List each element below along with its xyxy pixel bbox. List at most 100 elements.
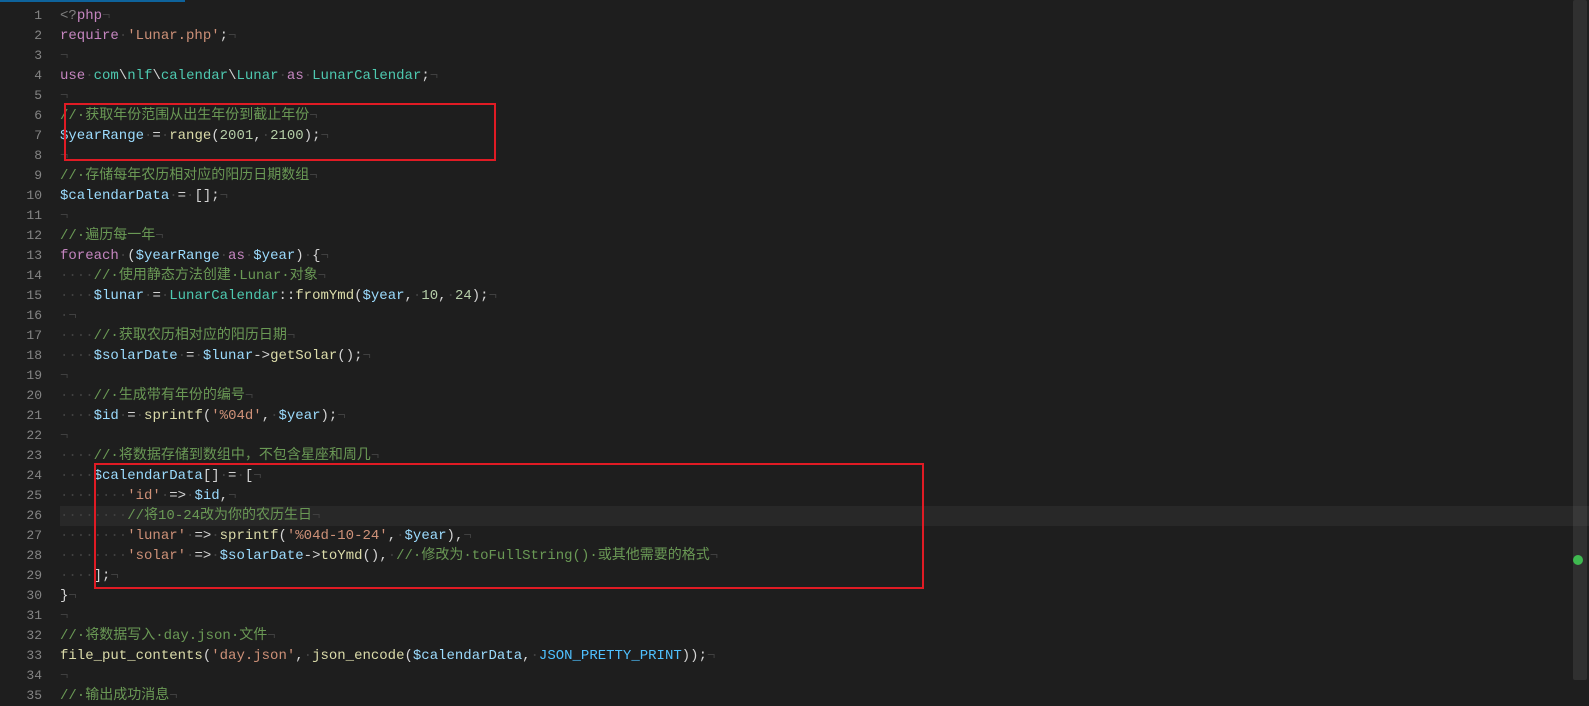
- code-line[interactable]: ····//·生成带有年份的编号¬: [60, 386, 1589, 406]
- code-line[interactable]: use·com\nlf\calendar\Lunar·as·LunarCalen…: [60, 66, 1589, 86]
- code-line[interactable]: file_put_contents('day.json',·json_encod…: [60, 646, 1589, 666]
- code-token: ¬: [371, 448, 379, 464]
- code-token: =: [152, 128, 160, 144]
- code-token: ·: [447, 288, 455, 304]
- code-token: ·: [531, 648, 539, 664]
- code-line[interactable]: //·获取年份范围从出生年份到截止年份¬: [60, 106, 1589, 126]
- code-token: ¬: [253, 468, 261, 484]
- code-token: $year: [253, 248, 295, 264]
- code-token: $year: [405, 528, 447, 544]
- code-line[interactable]: $calendarData·=·[];¬: [60, 186, 1589, 206]
- code-token: ,: [388, 528, 396, 544]
- code-token: foreach: [60, 248, 119, 264]
- code-token: ¬: [245, 388, 253, 404]
- code-line[interactable]: ····$calendarData[]·=·[¬: [60, 466, 1589, 486]
- code-line[interactable]: //·将数据写入·day.json·文件¬: [60, 626, 1589, 646]
- code-token: =>: [194, 548, 211, 564]
- code-token: ····: [60, 468, 94, 484]
- code-token: //·将数据写入·day.json·文件: [60, 628, 267, 644]
- code-token: calendar: [161, 68, 228, 84]
- code-line[interactable]: require·'Lunar.php';¬: [60, 26, 1589, 46]
- code-token: ········: [60, 508, 127, 524]
- code-line[interactable]: $yearRange·=·range(2001,·2100);¬: [60, 126, 1589, 146]
- scroll-thumb[interactable]: [1573, 0, 1587, 680]
- code-line[interactable]: ········'id'·=>·$id,¬: [60, 486, 1589, 506]
- line-number: 12: [0, 226, 42, 246]
- code-token: ,: [522, 648, 530, 664]
- code-token: $calendarData: [60, 188, 169, 204]
- code-token: ¬: [102, 8, 110, 24]
- code-token: ¬: [169, 688, 177, 704]
- code-token: ¬: [68, 308, 76, 324]
- code-line[interactable]: ¬: [60, 86, 1589, 106]
- code-line[interactable]: ¬: [60, 366, 1589, 386]
- code-token: ¬: [312, 508, 320, 524]
- code-line[interactable]: ¬: [60, 46, 1589, 66]
- code-line[interactable]: ····$lunar·=·LunarCalendar::fromYmd($yea…: [60, 286, 1589, 306]
- code-token: ·: [304, 648, 312, 664]
- code-token: ¬: [337, 408, 345, 424]
- code-token: ¬: [463, 528, 471, 544]
- code-token: ·: [270, 408, 278, 424]
- code-token: ¬: [321, 128, 329, 144]
- code-token: ): [304, 128, 312, 144]
- code-token: 'day.json': [211, 648, 295, 664]
- code-line[interactable]: ·¬: [60, 306, 1589, 326]
- code-line[interactable]: ¬: [60, 606, 1589, 626]
- code-editor[interactable]: 1234567891011121314151617181920212223242…: [0, 2, 1589, 706]
- code-token: toYmd: [320, 548, 362, 564]
- code-line[interactable]: ····//·将数据存储到数组中，不包含星座和周几¬: [60, 446, 1589, 466]
- line-number: 7: [0, 126, 42, 146]
- code-line[interactable]: ····//·使用静态方法创建·Lunar·对象¬: [60, 266, 1589, 286]
- line-number: 27: [0, 526, 42, 546]
- code-token: 'id': [127, 488, 161, 504]
- code-area[interactable]: <?php¬require·'Lunar.php';¬¬use·com\nlf\…: [60, 2, 1589, 706]
- code-token: ¬: [68, 588, 76, 604]
- code-token: ·: [262, 128, 270, 144]
- code-token: ¬: [228, 488, 236, 504]
- code-token: ,: [438, 288, 446, 304]
- code-token: $yearRange: [136, 248, 220, 264]
- code-line[interactable]: ¬: [60, 426, 1589, 446]
- code-line[interactable]: ········//将10-24改为你的农历生日¬: [60, 506, 1589, 526]
- code-line[interactable]: ····$solarDate·=·$lunar->getSolar();¬: [60, 346, 1589, 366]
- code-token: $year: [363, 288, 405, 304]
- code-token: =: [178, 188, 186, 204]
- code-line[interactable]: ········'lunar'·=>·sprintf('%04d-10-24',…: [60, 526, 1589, 546]
- code-line[interactable]: <?php¬: [60, 6, 1589, 26]
- line-number: 35: [0, 686, 42, 706]
- code-token: as: [287, 68, 304, 84]
- vertical-scrollbar[interactable]: [1573, 0, 1587, 704]
- code-token: =>: [194, 528, 211, 544]
- code-line[interactable]: ····];¬: [60, 566, 1589, 586]
- code-token: ¬: [60, 428, 68, 444]
- code-token: //·修改为·toFullString()·或其他需要的格式: [396, 548, 710, 564]
- code-token: [: [245, 468, 253, 484]
- code-line[interactable]: ····//·获取农历相对应的阳历日期¬: [60, 326, 1589, 346]
- code-token: ········: [60, 528, 127, 544]
- code-line[interactable]: }¬: [60, 586, 1589, 606]
- code-line[interactable]: ········'solar'·=>·$solarDate->toYmd(),·…: [60, 546, 1589, 566]
- code-line[interactable]: ¬: [60, 666, 1589, 686]
- code-token: ;: [699, 648, 707, 664]
- code-token: ;: [211, 188, 219, 204]
- code-token: ·: [136, 408, 144, 424]
- code-line[interactable]: //·存储每年农历相对应的阳历日期数组¬: [60, 166, 1589, 186]
- code-token: ¬: [60, 668, 68, 684]
- code-token: ¬: [60, 88, 68, 104]
- code-token: ¬: [309, 168, 317, 184]
- code-line[interactable]: ¬: [60, 206, 1589, 226]
- code-line[interactable]: //·输出成功消息¬: [60, 686, 1589, 706]
- code-token: ::: [278, 288, 295, 304]
- code-token: ;: [312, 128, 320, 144]
- code-line[interactable]: //·遍历每一年¬: [60, 226, 1589, 246]
- code-line[interactable]: ····$id·=·sprintf('%04d',·$year);¬: [60, 406, 1589, 426]
- code-token: ····: [60, 328, 94, 344]
- code-line[interactable]: ¬: [60, 146, 1589, 166]
- code-token: LunarCalendar: [169, 288, 278, 304]
- code-token: ¬: [155, 228, 163, 244]
- code-token: ·: [119, 28, 127, 44]
- code-line[interactable]: foreach·($yearRange·as·$year)·{¬: [60, 246, 1589, 266]
- code-token: ¬: [489, 288, 497, 304]
- line-number: 6: [0, 106, 42, 126]
